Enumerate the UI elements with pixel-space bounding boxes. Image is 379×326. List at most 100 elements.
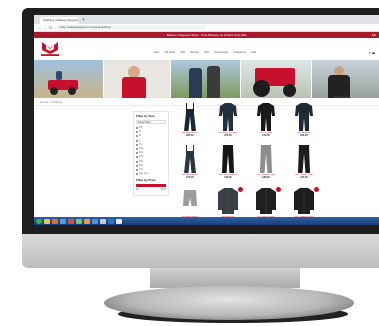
- product-image[interactable]: [217, 102, 239, 132]
- size-option-label: One size: [139, 172, 149, 176]
- checkbox-icon[interactable]: [136, 131, 138, 134]
- checkbox-icon[interactable]: [136, 173, 138, 176]
- hero-child-model: [104, 60, 170, 98]
- product-card[interactable]: MF Trousers Black £39.00: [210, 144, 246, 184]
- checkbox-icon[interactable]: [136, 164, 138, 167]
- product-image[interactable]: [293, 186, 315, 216]
- taskbar-app-icon[interactable]: [116, 218, 122, 224]
- site-header: New Gift Ideas Kids Women Men Accessorie…: [34, 38, 379, 60]
- nav-item[interactable]: Men: [204, 51, 209, 54]
- product-image[interactable]: [255, 186, 277, 216]
- taskbar-app-icon[interactable]: [68, 218, 74, 224]
- back-icon[interactable]: ←: [37, 25, 41, 30]
- product-image[interactable]: [179, 144, 201, 174]
- checkbox-icon[interactable]: [136, 148, 138, 151]
- product-image[interactable]: [293, 102, 315, 132]
- price-slider-fill: [136, 184, 166, 188]
- taskbar-app-icon[interactable]: [92, 218, 98, 224]
- product-card[interactable]: MF Bib & Brace £75.00: [172, 144, 208, 184]
- hero-tractor: [241, 60, 311, 98]
- nav-item[interactable]: Kids: [180, 51, 185, 54]
- price-filter-title: Filter by Price: [136, 178, 156, 183]
- monitor-neck: [150, 268, 300, 288]
- product-image[interactable]: [293, 144, 315, 174]
- price-max: £100: [160, 188, 166, 192]
- nav-item[interactable]: Gift Ideas: [164, 51, 175, 54]
- product-card[interactable]: MF Coverall £79.00: [248, 102, 284, 142]
- price-slider[interactable]: [136, 184, 166, 188]
- product-price: £39.00: [262, 176, 270, 179]
- windows-taskbar: [34, 217, 379, 225]
- taskbar-app-icon[interactable]: [52, 218, 58, 224]
- checkbox-icon[interactable]: [136, 143, 138, 146]
- checkbox-icon[interactable]: [136, 160, 138, 163]
- checkbox-icon[interactable]: [136, 168, 138, 171]
- product-price: £45.00: [300, 176, 308, 179]
- main-nav: New Gift Ideas Kids Women Men Accessorie…: [154, 51, 256, 54]
- hero-banner: [34, 60, 379, 98]
- product-grid: MF Bib Overalls £85.00 MF Work Trousers £55…: [172, 102, 322, 225]
- hero-kids-tractor: [34, 60, 104, 98]
- checkbox-icon[interactable]: [136, 156, 138, 159]
- nav-item[interactable]: Women: [190, 51, 199, 54]
- product-image[interactable]: [217, 144, 239, 174]
- size-filter-title: Filter by Size: [136, 114, 155, 118]
- product-price: £55.00: [224, 134, 232, 137]
- new-tab-button[interactable]: +: [82, 17, 85, 24]
- browser-tab[interactable]: Clothing | Massey Ferguson: [40, 17, 78, 24]
- product-price: £69.00: [300, 134, 308, 137]
- sale-badge: [276, 187, 281, 192]
- monitor-stand: [104, 286, 354, 320]
- screen: Clothing | Massey Ferguson + ← → ↻ shop.…: [34, 15, 379, 225]
- product-card[interactable]: MF Boilersuit £69.00: [286, 102, 322, 142]
- sort-select[interactable]: Most Popular: [334, 96, 349, 99]
- product-price: £39.00: [224, 176, 232, 179]
- product-image[interactable]: [255, 144, 277, 174]
- checkbox-icon[interactable]: [136, 135, 138, 138]
- sale-badge: [238, 187, 243, 192]
- size-option[interactable]: One size: [136, 172, 166, 176]
- taskbar-app-icon[interactable]: [44, 218, 50, 224]
- taskbar-app-icon[interactable]: [108, 218, 114, 224]
- product-price: £85.00: [186, 134, 194, 137]
- taskbar-app-icon[interactable]: [60, 218, 66, 224]
- checkbox-icon[interactable]: [136, 139, 138, 142]
- sale-badge: [314, 187, 319, 192]
- header-icons[interactable]: ⌕ ☰: [369, 50, 375, 55]
- reload-icon[interactable]: ↻: [49, 25, 52, 30]
- product-image[interactable]: [179, 186, 201, 216]
- promo-text: Massey Ferguson Shop · Free Delivery on …: [166, 33, 247, 37]
- product-card[interactable]: MF Work Trousers £55.00: [210, 102, 246, 142]
- start-button[interactable]: [36, 218, 42, 224]
- forward-icon[interactable]: →: [43, 25, 47, 30]
- product-price: £75.00: [186, 176, 194, 179]
- massey-ferguson-logo[interactable]: [40, 40, 60, 57]
- nav-item[interactable]: Collections: [233, 51, 246, 54]
- browser-toolbar: ← → ↻ shop.masseyferguson.com/en/clothin…: [34, 24, 379, 32]
- hero-man-jacket: [311, 60, 379, 98]
- taskbar-app-icon[interactable]: [100, 218, 106, 224]
- product-card[interactable]: MF Bib Overalls £85.00: [172, 102, 208, 142]
- size-select[interactable]: Select Size: [136, 120, 166, 124]
- monitor-mockup: Clothing | Massey Ferguson + ← → ↻ shop.…: [0, 0, 379, 326]
- taskbar-app-icon[interactable]: [76, 218, 82, 224]
- nav-item[interactable]: Accessories: [214, 51, 228, 54]
- checkbox-icon[interactable]: [136, 127, 138, 130]
- browser-tabstrip: Clothing | Massey Ferguson +: [34, 15, 379, 24]
- product-image[interactable]: [255, 102, 277, 132]
- product-image[interactable]: [217, 186, 239, 216]
- product-card[interactable]: MF Trousers Grey £39.00: [248, 144, 284, 184]
- nav-item[interactable]: Sale: [251, 51, 256, 54]
- hero-adults-field: [170, 60, 241, 98]
- nav-item[interactable]: New: [154, 51, 159, 54]
- checkbox-icon[interactable]: [136, 152, 138, 155]
- taskbar-app-icon[interactable]: [84, 218, 90, 224]
- address-bar[interactable]: shop.masseyferguson.com/en/clothing: [56, 25, 207, 30]
- price-range: £0 £100: [136, 188, 166, 191]
- product-card[interactable]: MF Trousers Dark £45.00: [286, 144, 322, 184]
- filter-panel: Filter by Size Select Size XS S M L XL XXL 3XL…: [133, 111, 169, 196]
- monitor-chin: [22, 234, 379, 268]
- price-min: £0: [136, 188, 139, 192]
- product-image[interactable]: [179, 102, 201, 132]
- size-options: XS S M L XL XXL 3XL 4XL 5XL 6XL 7XL One size: [136, 126, 166, 176]
